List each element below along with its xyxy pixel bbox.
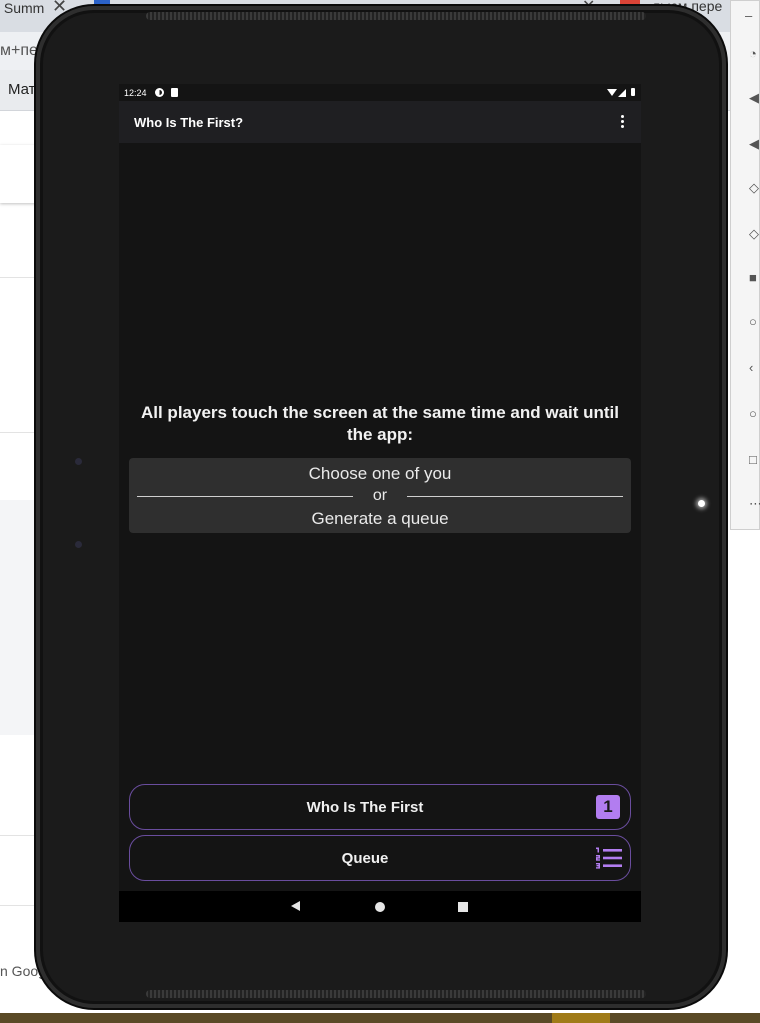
recents-icon[interactable] [458, 902, 468, 912]
browser-tab-title: Summ [0, 0, 45, 16]
power-icon[interactable]: ◔ [749, 47, 760, 61]
number-one-icon: 1 [596, 795, 620, 819]
speaker-grille [146, 990, 646, 998]
rotate-right-icon[interactable]: ◇ [749, 227, 760, 241]
zoom-icon[interactable]: ○ [749, 315, 760, 329]
overflow-menu-icon[interactable] [619, 115, 625, 129]
app-title: Who Is The First? [134, 115, 244, 130]
status-time: 12:24 [124, 88, 147, 98]
sd-card-icon [171, 88, 178, 97]
navigation-bar [119, 891, 641, 922]
browser-tab[interactable]: Summ [0, 0, 44, 30]
bookmark-item[interactable]: Мат [8, 81, 36, 98]
back-icon[interactable]: ‹ [749, 361, 760, 375]
volume-down-icon[interactable]: ◀ [749, 137, 760, 151]
camera-icon[interactable]: ■ [749, 271, 760, 285]
status-bar: 12:24 [119, 84, 641, 101]
volume-up-icon[interactable]: ◀ [749, 91, 760, 105]
sensor-dot [75, 541, 82, 548]
taskbar-app-icon[interactable] [552, 1013, 610, 1023]
home-icon[interactable] [375, 902, 385, 912]
more-icon[interactable]: ⋯ [749, 497, 760, 511]
options-panel: Choose one of you or Generate a queue [129, 458, 631, 533]
back-icon[interactable] [291, 901, 300, 911]
wifi-icon [607, 89, 617, 96]
rotate-left-icon[interactable]: ◇ [749, 181, 760, 195]
speaker-grille [146, 12, 646, 20]
who-is-first-button[interactable]: Who Is The First 1 [129, 784, 631, 830]
queue-label: Queue [341, 850, 389, 867]
queue-button[interactable]: Queue [129, 835, 631, 881]
emulator-toolbar: – ◔ ◀ ◀ ◇ ◇ ■ ○ ‹ ○ □ ⋯ [730, 0, 760, 530]
divider-line [407, 496, 623, 497]
data-saver-icon [155, 88, 164, 97]
home-icon[interactable]: ○ [749, 407, 760, 421]
light-sensor [698, 500, 705, 507]
taskbar [0, 1013, 760, 1023]
app-bar: Who Is The First? [119, 101, 641, 143]
option-choose-one: Choose one of you [308, 464, 452, 483]
number-one-badge: 1 [603, 797, 613, 816]
who-is-first-label: Who Is The First [306, 799, 424, 816]
sensor-dot [75, 458, 82, 465]
minimize-icon[interactable]: – [745, 9, 757, 23]
numbered-list-icon [596, 847, 622, 869]
option-generate-queue: Generate a queue [311, 509, 449, 528]
overview-icon[interactable]: □ [749, 453, 760, 467]
instruction-text: All players touch the screen at the same… [140, 403, 620, 444]
signal-icon [618, 89, 626, 97]
app-screen: 12:24 Who Is The First? All players touc… [119, 84, 641, 922]
battery-icon [631, 88, 635, 96]
